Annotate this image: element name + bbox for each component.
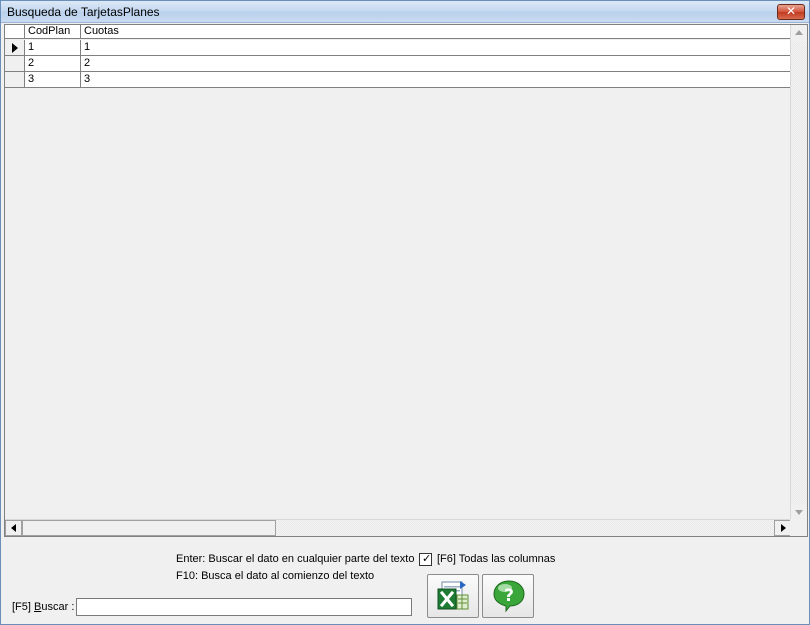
scrollbar-corner <box>790 519 807 536</box>
scroll-down-button[interactable] <box>791 504 807 520</box>
vertical-scrollbar[interactable] <box>790 25 807 520</box>
row-selector[interactable] <box>5 40 25 55</box>
arrow-up-icon <box>795 30 803 35</box>
scroll-left-button[interactable] <box>5 520 22 536</box>
table-row[interactable]: 3 3 <box>5 72 791 88</box>
cell-codplan[interactable]: 3 <box>25 72 81 87</box>
search-label-rest: uscar : <box>41 601 75 613</box>
scroll-right-button[interactable] <box>774 520 791 536</box>
arrow-left-icon <box>11 524 16 532</box>
excel-export-icon <box>437 581 469 610</box>
horizontal-scroll-thumb[interactable] <box>22 520 276 536</box>
grid-header: CodPlan Cuotas <box>5 25 791 39</box>
search-window: Busqueda de TarjetasPlanes ✕ CodPlan Cuo… <box>0 0 810 625</box>
title-bar: Busqueda de TarjetasPlanes ✕ <box>1 1 809 23</box>
hint-f10: F10: Busca el dato al comienzo del texto <box>176 570 375 582</box>
all-columns-checkbox[interactable]: ✓ <box>419 552 432 566</box>
table-row[interactable]: 2 2 <box>5 56 791 72</box>
svg-text:?: ? <box>504 586 514 606</box>
search-label: [F5] Buscar : <box>12 601 74 614</box>
column-header-cuotas[interactable]: Cuotas <box>81 25 791 39</box>
row-selector[interactable] <box>5 72 25 87</box>
results-grid[interactable]: CodPlan Cuotas 1 1 2 2 3 3 <box>4 24 808 537</box>
cell-codplan[interactable]: 1 <box>25 40 81 55</box>
checkmark-icon: ✓ <box>422 552 432 565</box>
close-button[interactable]: ✕ <box>777 4 805 20</box>
scroll-up-button[interactable] <box>791 25 807 41</box>
cell-codplan[interactable]: 2 <box>25 56 81 71</box>
column-header-codplan[interactable]: CodPlan <box>25 25 81 39</box>
hint-enter: Enter: Buscar el dato en cualquier parte… <box>176 553 415 565</box>
cell-cuotas[interactable]: 1 <box>81 40 791 55</box>
current-row-arrow-icon <box>12 43 18 53</box>
all-columns-label: [F6] Todas las columnas <box>437 553 556 565</box>
table-row[interactable]: 1 1 <box>5 40 791 56</box>
arrow-right-icon <box>781 524 786 532</box>
cell-cuotas[interactable]: 2 <box>81 56 791 71</box>
row-selector-header <box>5 25 25 39</box>
arrow-down-icon <box>795 510 803 515</box>
cell-cuotas[interactable]: 3 <box>81 72 791 87</box>
export-excel-button[interactable] <box>427 574 479 618</box>
help-button[interactable]: ? <box>482 574 534 618</box>
window-title: Busqueda de TarjetasPlanes <box>7 5 160 19</box>
close-icon: ✕ <box>785 4 797 18</box>
search-label-prefix: [F5] <box>12 601 35 613</box>
search-input[interactable] <box>76 598 412 616</box>
horizontal-scrollbar[interactable] <box>5 519 791 536</box>
help-icon: ? <box>493 580 525 613</box>
row-selector[interactable] <box>5 56 25 71</box>
